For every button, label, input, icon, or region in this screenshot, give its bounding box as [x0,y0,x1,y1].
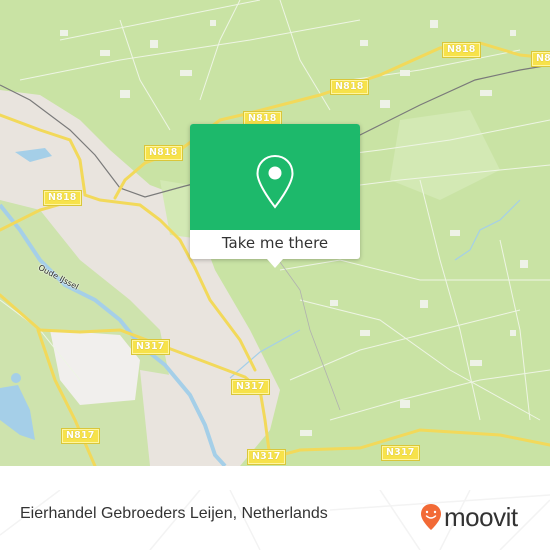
map-view[interactable]: N818 N818 N818 N818 N818 N818 N317 N317 … [0,0,550,466]
road-label-n818: N818 [531,51,550,67]
road-label-n818: N818 [144,145,183,161]
road-label-n317: N317 [131,339,170,355]
pond [11,373,21,383]
road-label-n317: N317 [381,445,420,461]
moovit-wordmark: moovit [444,502,518,532]
road-label-n818: N818 [43,190,82,206]
location-popup: Take me there [190,124,360,268]
take-me-there-button[interactable]: Take me there [190,230,360,259]
road-label-n317: N317 [231,379,270,395]
popup-header [190,124,360,230]
footer-bar: Eierhandel Gebroeders Leijen, Netherland… [0,490,550,550]
popup-pointer [267,259,283,268]
moovit-logo[interactable]: moovit [420,502,518,532]
stream [454,199,521,261]
road-label-n818: N818 [442,42,481,58]
road-label-n817: N817 [61,428,100,444]
forest-patch [390,110,500,200]
moovit-pin-smile-icon [421,504,441,530]
road-label-n317: N317 [247,449,286,465]
map-pin-icon [256,155,294,209]
place-name: Eierhandel Gebroeders Leijen, Netherland… [20,505,328,522]
road-label-n818: N818 [330,79,369,95]
